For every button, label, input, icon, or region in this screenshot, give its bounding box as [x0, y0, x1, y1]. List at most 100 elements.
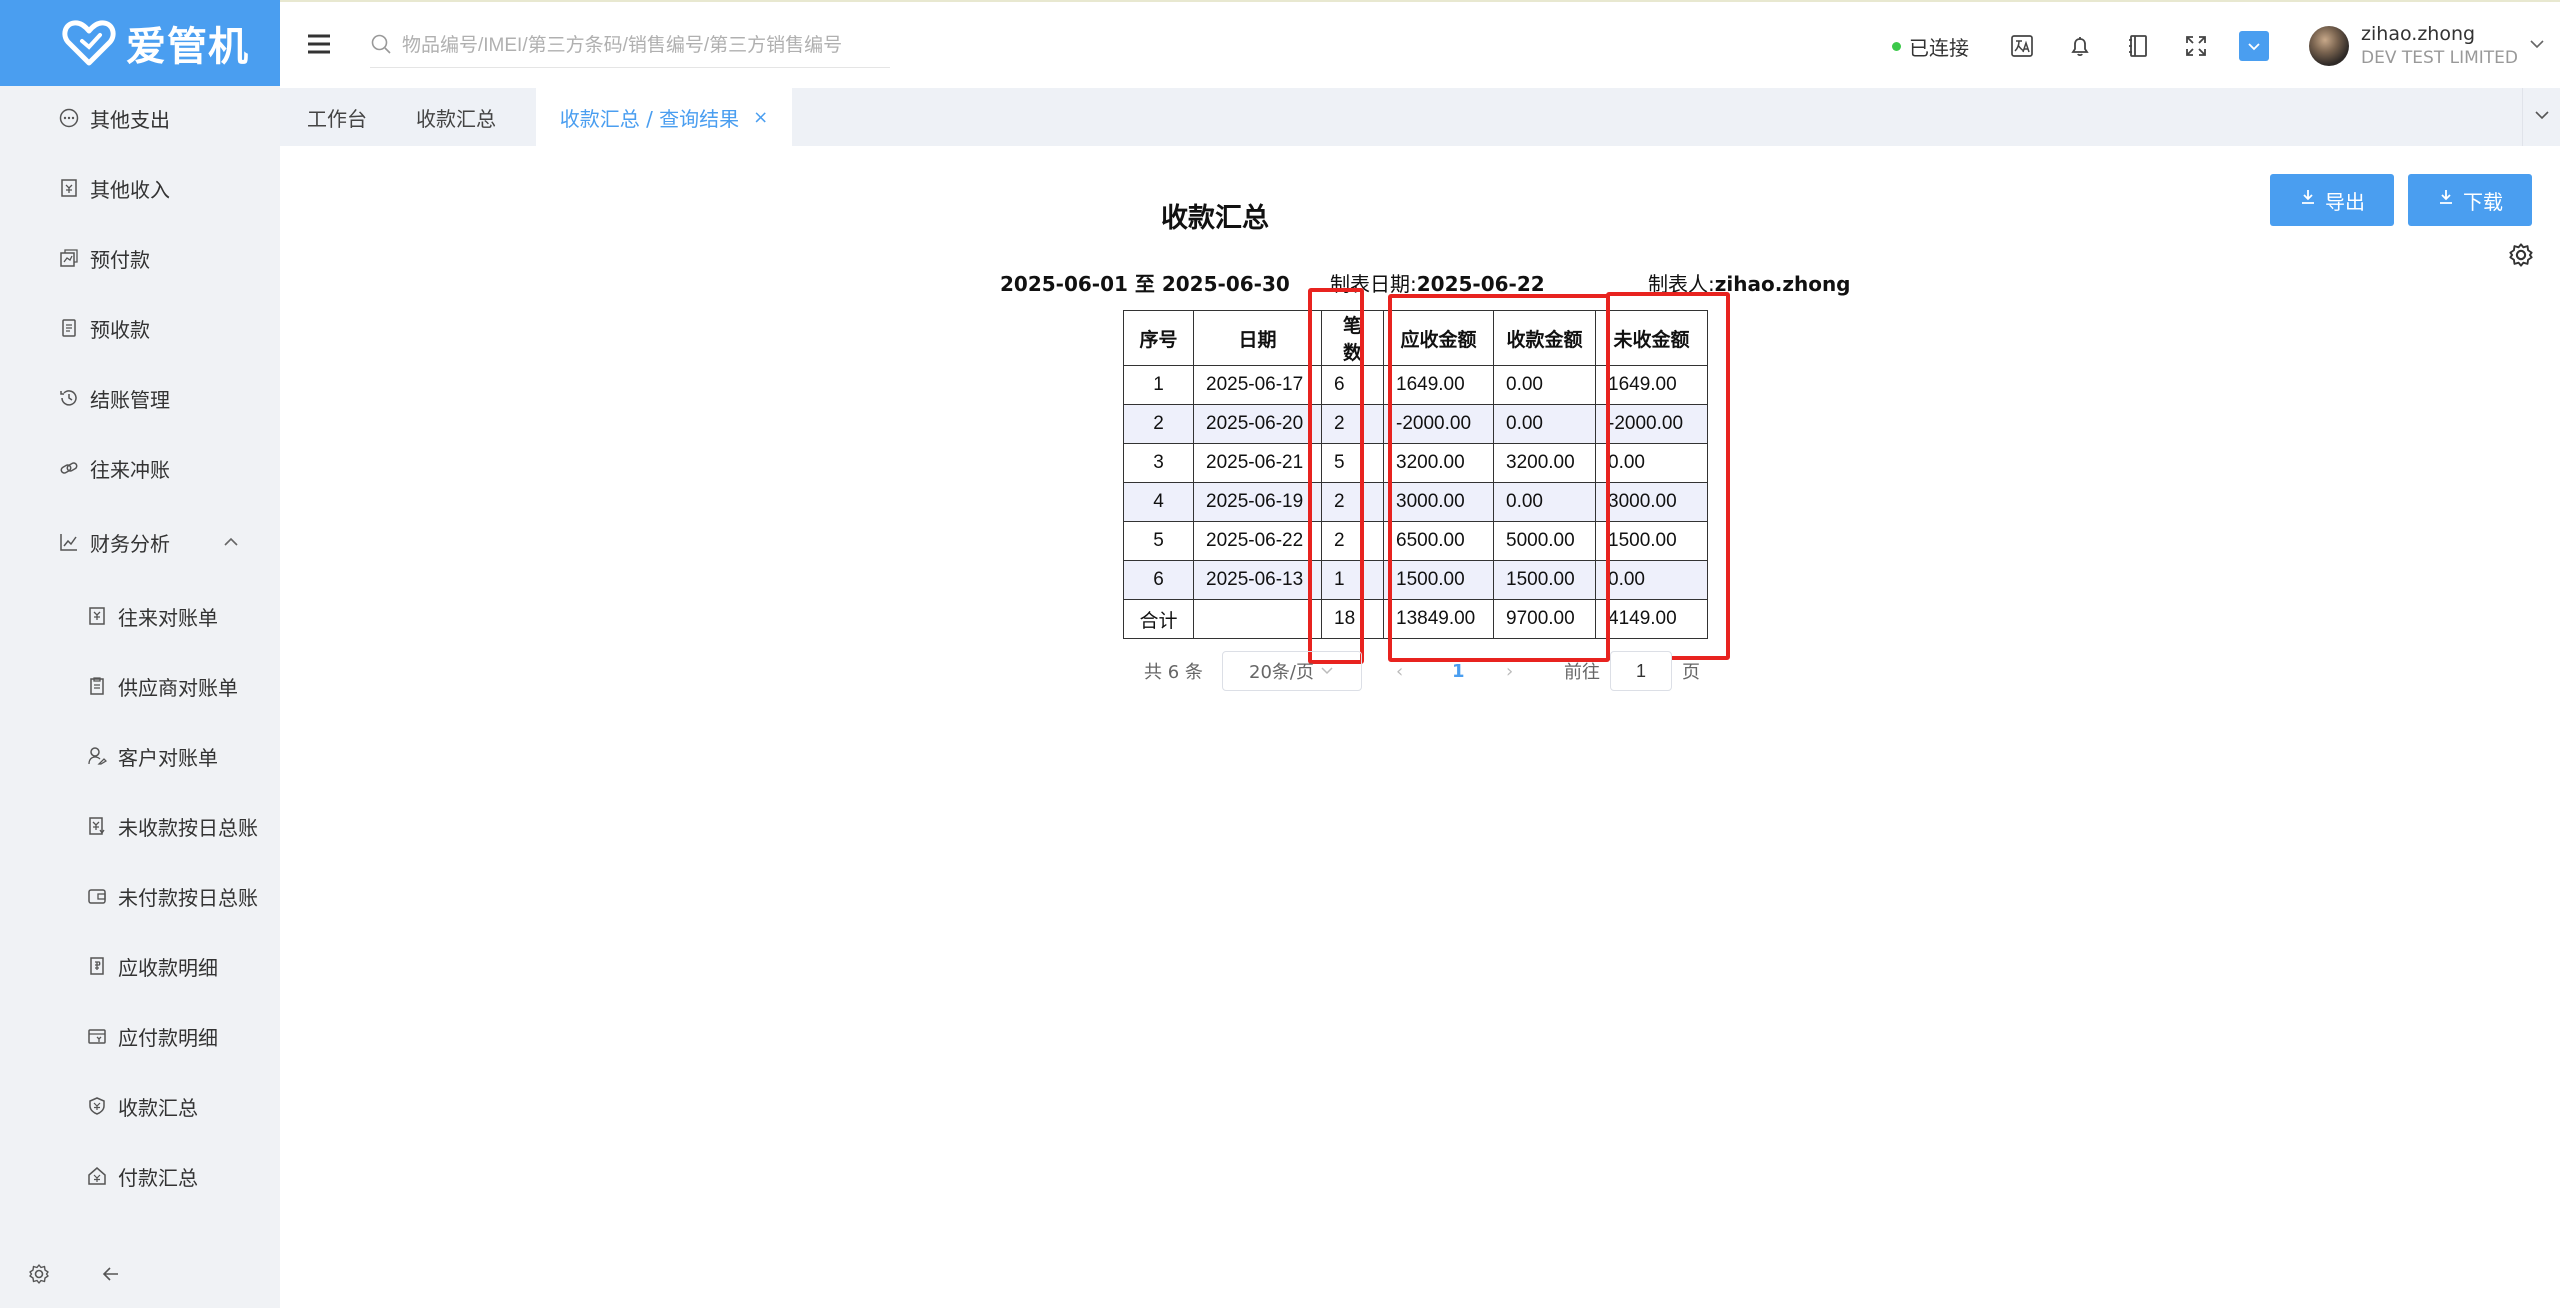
gear-icon[interactable]	[2508, 242, 2534, 272]
heart-logo-icon	[62, 20, 116, 66]
tab-bar: 工作台 收款汇总 收款汇总 / 查询结果 ×	[280, 88, 2560, 146]
avatar	[2309, 26, 2350, 66]
sidebar-item-customer-statement[interactable]: 客户对账单	[0, 736, 280, 776]
sidebar-item-label: 应付款明细	[118, 1025, 218, 1050]
highlight-box-count	[1308, 288, 1364, 664]
report-title: 收款汇总	[1161, 203, 1269, 234]
hamburger-menu-icon[interactable]	[306, 32, 332, 60]
sidebar-item-label: 付款汇总	[118, 1165, 198, 1190]
download-icon	[2299, 188, 2317, 212]
sidebar-item-unreceived-daily[interactable]: 未收款按日总账	[0, 806, 280, 846]
status-dot	[1892, 41, 1902, 51]
top-header: 已连接 zihao.zhong DEV TEST LIMITED	[280, 0, 2560, 88]
sidebar: 爱管机 其他支出 其他收入 预付款 预收款 结账管理 往来冲账 财务分析 往来对…	[0, 0, 280, 1308]
house-yen-icon	[86, 1165, 108, 1187]
cell-date: 2025-06-17	[1193, 365, 1322, 405]
sidebar-item-supplier-statement[interactable]: 供应商对账单	[0, 666, 280, 706]
chevron-down-icon	[2533, 106, 2551, 128]
cell-date: 2025-06-20	[1193, 404, 1322, 444]
card-icon	[86, 1025, 108, 1047]
sidebar-item-other-income[interactable]: 其他收入	[0, 168, 280, 208]
sidebar-item-contact-statement[interactable]: 往来对账单	[0, 596, 280, 636]
sidebar-item-label: 其他收入	[90, 177, 170, 202]
dropdown-toggle-icon[interactable]	[2239, 31, 2270, 61]
sidebar-item-label: 结账管理	[90, 387, 170, 412]
sidebar-item-label: 未付款按日总账	[118, 885, 258, 910]
period-value: 2025-06-01 至 2025-06-30	[1000, 272, 1290, 296]
sidebar-item-financial-analysis[interactable]: 财务分析	[0, 522, 280, 562]
fullscreen-icon[interactable]	[2181, 31, 2211, 61]
page-size-value: 20条/页	[1249, 662, 1314, 683]
next-page-icon[interactable]: ›	[1506, 651, 1513, 691]
download-label: 下载	[2463, 191, 2503, 214]
sidebar-item-receivable-detail[interactable]: 应收款明细	[0, 946, 280, 986]
sidebar-item-label: 客户对账单	[118, 745, 218, 770]
sidebar-item-unpaid-daily[interactable]: 未付款按日总账	[0, 876, 280, 916]
sidebar-item-closing[interactable]: 结账管理	[0, 378, 280, 418]
close-icon[interactable]: ×	[753, 107, 768, 128]
yen-document-icon	[86, 605, 108, 627]
sidebar-item-label: 预收款	[90, 317, 150, 342]
tab-query-result[interactable]: 收款汇总 / 查询结果 ×	[536, 88, 792, 146]
yen-document-icon	[86, 815, 108, 837]
pagination: 共 6 条 20条/页 ‹ 1 › 前往 页	[280, 651, 2560, 691]
sidebar-item-label: 其他支出	[90, 107, 170, 132]
cell-index: 2	[1123, 404, 1194, 444]
tab-label: 收款汇总	[416, 106, 496, 131]
cell-date: 2025-06-22	[1193, 521, 1322, 561]
prev-page-icon[interactable]: ‹	[1396, 651, 1403, 691]
user-menu[interactable]: zihao.zhong DEV TEST LIMITED	[2309, 22, 2546, 70]
cell-total-label: 合计	[1123, 599, 1194, 639]
sidebar-item-label: 往来冲账	[90, 457, 170, 482]
translate-icon[interactable]	[2007, 31, 2037, 61]
notebook-icon[interactable]	[2123, 31, 2153, 61]
collapse-arrow-icon[interactable]	[100, 1263, 122, 1289]
tab-receipt-summary[interactable]: 收款汇总	[394, 88, 518, 146]
report-period: 2025-06-01 至 2025-06-30	[1000, 268, 1290, 297]
cell-index: 4	[1123, 482, 1194, 522]
sidebar-item-payment-summary[interactable]: 付款汇总	[0, 1156, 280, 1196]
cell-date	[1193, 599, 1322, 639]
company-name: DEV TEST LIMITED	[2361, 48, 2518, 68]
download-button[interactable]: 下载	[2408, 174, 2532, 226]
wallet-icon	[86, 885, 108, 907]
sidebar-item-offset[interactable]: 往来冲账	[0, 448, 280, 488]
tab-menu-button[interactable]	[2522, 88, 2560, 146]
sidebar-item-other-expense[interactable]: 其他支出	[0, 98, 280, 138]
cell-index: 3	[1123, 443, 1194, 483]
sidebar-item-advance-receipt[interactable]: 预收款	[0, 308, 280, 348]
global-search	[370, 24, 890, 68]
cell-index: 6	[1123, 560, 1194, 600]
cell-date: 2025-06-13	[1193, 560, 1322, 600]
sidebar-item-prepayment[interactable]: 预付款	[0, 238, 280, 278]
search-icon	[370, 33, 392, 59]
page-size-select[interactable]: 20条/页	[1222, 651, 1362, 691]
page-number[interactable]: 1	[1452, 651, 1465, 691]
document-icon	[58, 317, 80, 339]
col-header: 序号	[1123, 310, 1194, 366]
sidebar-item-label: 财务分析	[90, 531, 170, 556]
sidebar-item-label: 预付款	[90, 247, 150, 272]
cell-date: 2025-06-19	[1193, 482, 1322, 522]
tab-label: 收款汇总 / 查询结果	[559, 106, 740, 131]
sidebar-item-label: 供应商对账单	[118, 675, 238, 700]
search-input[interactable]	[402, 34, 882, 57]
made-date-value: 2025-06-22	[1416, 272, 1545, 296]
cell-index: 5	[1123, 521, 1194, 561]
main-content: 导出 下载 收款汇总 2025-06-01 至 2025-06-30 制表日期:…	[280, 146, 2560, 1308]
cell-index: 1	[1123, 365, 1194, 405]
brand-name: 爱管机	[126, 24, 249, 70]
sidebar-item-payable-detail[interactable]: 应付款明细	[0, 1016, 280, 1056]
brand-logo[interactable]: 爱管机	[0, 0, 280, 86]
settings-icon[interactable]	[28, 1263, 50, 1289]
status-text: 已连接	[1909, 35, 1970, 60]
maker-value: zihao.zhong	[1714, 272, 1851, 296]
tab-workbench[interactable]: 工作台	[280, 88, 394, 146]
shield-yen-icon	[86, 1095, 108, 1117]
ellipsis-circle-icon	[58, 107, 80, 129]
sidebar-item-receipt-summary[interactable]: 收款汇总	[0, 1086, 280, 1126]
page-jump: 前往 页	[1564, 651, 1700, 691]
bell-icon[interactable]	[2065, 31, 2095, 61]
goto-page-input[interactable]	[1610, 651, 1672, 691]
export-button[interactable]: 导出	[2270, 174, 2394, 226]
